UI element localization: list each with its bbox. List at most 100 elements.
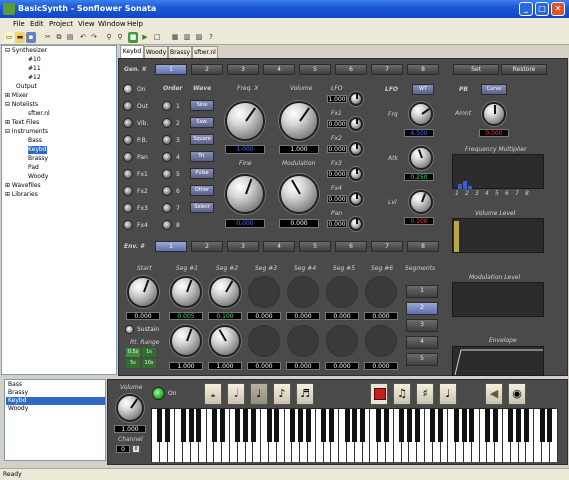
tree-wavefiles[interactable]: ⊞ Wavefiles [5,182,41,190]
kb-volume-value[interactable]: 1.000 [114,425,146,433]
order-radio-6[interactable] [162,186,172,196]
black-key[interactable] [547,409,553,442]
env-seg5-level-value[interactable]: 0.000 [325,362,359,370]
patch-item-bass[interactable]: Bass [6,381,105,389]
tab-keybd[interactable]: Keybd [120,45,144,58]
tree-text-files[interactable]: ⊞ Text Files [5,119,39,127]
rt-range-5s-button[interactable]: 5s [126,359,140,368]
tree-item-12[interactable]: #12 [28,74,41,82]
black-key[interactable] [321,409,327,442]
menu-project[interactable]: Project [49,18,73,31]
half-note-icon[interactable]: 𝅗𝅥 [227,383,245,405]
fx1-radio[interactable] [123,169,133,179]
black-key[interactable] [399,409,405,442]
env-seg3-level-knob[interactable] [248,325,280,357]
env-seg4-level-value[interactable]: 0.000 [286,362,320,370]
mixer-icon[interactable]: ▥ [182,32,192,43]
whole-note-icon[interactable]: 𝅝 [204,383,222,405]
modulation-value[interactable]: 0.000 [279,219,319,228]
channel-spin-icon[interactable]: ⇕ [132,445,140,453]
restore-button[interactable]: Restore [501,64,547,75]
tree-output[interactable]: Output [16,83,37,91]
modulation-level-graph[interactable] [452,282,544,317]
lfo-lvl-value[interactable]: 0.100 [404,217,434,225]
tree-bass[interactable]: Bass [28,137,42,145]
channel-value[interactable]: 0 [116,445,130,453]
black-key[interactable] [516,409,522,442]
gen-button-1[interactable]: 1 [155,64,187,75]
env-seg3-level-value[interactable]: 0.000 [247,362,281,370]
black-key[interactable] [165,409,171,442]
menu-help[interactable]: Help [127,18,143,31]
black-key[interactable] [414,409,420,442]
gen-button-5[interactable]: 5 [299,64,331,75]
order-radio-5[interactable] [162,169,172,179]
save-icon[interactable]: ▪ [26,32,36,43]
pb-amnt-value[interactable]: 0.000 [479,129,509,137]
wave-pulse-button[interactable]: Pulse [190,168,214,179]
gen-button-7[interactable]: 7 [371,64,403,75]
speaker-icon[interactable]: ◀ [485,383,503,405]
wave-other-button[interactable]: Other [190,185,214,196]
wave-saw-button[interactable]: Saw. [190,117,214,128]
gen-button-2[interactable]: 2 [191,64,223,75]
out-radio[interactable] [123,101,133,111]
tree-item-10[interactable]: #10 [28,56,41,64]
fx1-value[interactable]: 0.000 [327,120,347,128]
info-icon[interactable]: ▧ [194,32,204,43]
black-key[interactable] [243,409,249,442]
generate-icon[interactable]: ■ [128,32,138,43]
gen-button-4[interactable]: 4 [263,64,295,75]
rt-range-10s-button[interactable]: 10s [142,359,156,368]
black-key[interactable] [430,409,436,442]
black-key[interactable] [266,409,272,442]
play-icon[interactable]: ▶ [140,32,150,43]
gen-button-6[interactable]: 6 [335,64,367,75]
env-seg6-rate-value[interactable]: 0.000 [364,312,398,320]
wave-select-button[interactable]: Select [190,202,214,213]
copy-icon[interactable]: ⧉ [54,32,64,43]
env-start-value[interactable]: 0.000 [126,312,160,320]
tree-brassy[interactable]: Brassy [28,155,48,163]
env-seg5-knob[interactable] [326,276,358,308]
menu-view[interactable]: View [78,18,95,31]
order-radio-7[interactable] [162,203,172,213]
quarter-note-icon[interactable]: ♩ [250,383,268,405]
black-key[interactable] [453,409,459,442]
env-seg1-level-value[interactable]: 1.000 [169,362,203,370]
fx3-radio[interactable] [123,203,133,213]
black-key[interactable] [438,409,444,442]
volume-value[interactable]: 1.000 [279,145,319,154]
env-start-knob[interactable] [127,276,159,308]
freqx-value[interactable]: 1.000 [225,145,265,154]
accidental-icon[interactable]: ♯ [416,383,434,405]
tree-instruments[interactable]: ⊟ Instruments [5,128,48,136]
order-radio-1[interactable] [162,101,172,111]
insert-note-icon[interactable]: ♩ [439,383,457,405]
order-radio-4[interactable] [162,152,172,162]
fx4-radio[interactable] [123,220,133,230]
help-icon[interactable]: ? [206,32,216,43]
volume-level-graph[interactable] [452,218,544,253]
env-seg2-rate-value[interactable]: 0.100 [208,312,242,320]
fx1-knob[interactable] [349,117,363,131]
black-key[interactable] [235,409,241,442]
pb-radio[interactable] [123,135,133,145]
black-key[interactable] [406,409,412,442]
black-key[interactable] [508,409,514,442]
menu-window[interactable]: Window [98,18,126,31]
chord-icon[interactable]: ♫ [393,383,411,405]
stop-icon[interactable]: □ [152,32,162,43]
properties-icon[interactable]: ▦ [170,32,180,43]
rt-range-1s-button[interactable]: 1s [142,348,156,357]
env-button-4[interactable]: 4 [263,241,295,252]
lfo-frq-value[interactable]: 4.500 [404,129,434,137]
envelope-graph[interactable] [452,346,544,376]
fine-knob[interactable] [225,174,265,214]
lfo-level-knob[interactable] [349,92,363,106]
black-key[interactable] [383,409,389,442]
env-seg2-knob[interactable] [209,276,241,308]
lfo-lvl-knob[interactable] [409,190,433,214]
disc-icon[interactable]: ◉ [508,383,526,405]
vib-radio[interactable] [123,118,133,128]
